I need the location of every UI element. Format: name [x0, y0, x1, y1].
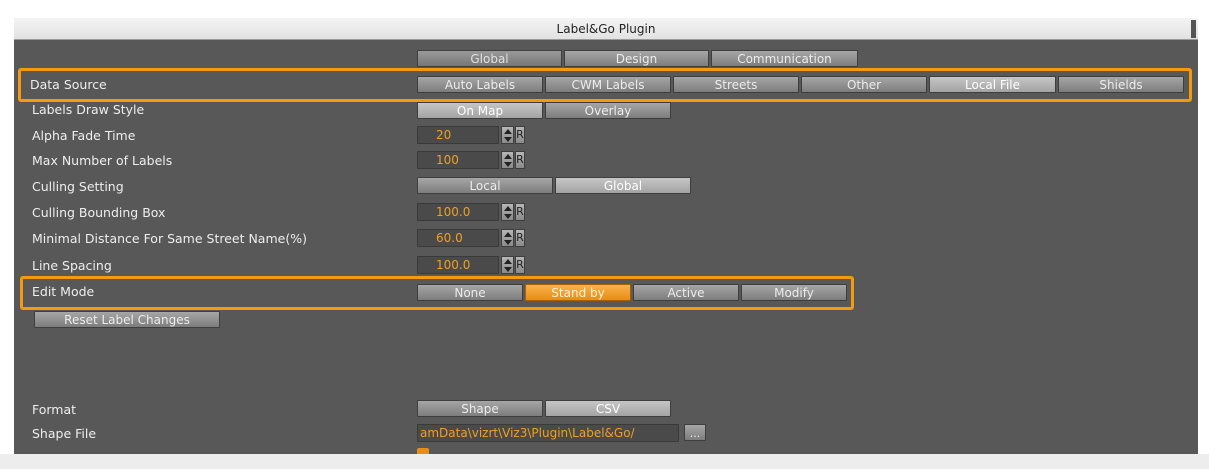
data-source-shields[interactable]: Shields	[1058, 76, 1184, 93]
max-labels-label: Max Number of Labels	[32, 153, 173, 168]
data-source-auto-labels[interactable]: Auto Labels	[417, 76, 543, 93]
max-labels-field[interactable]: 100	[417, 151, 499, 169]
window-title: Label&Go Plugin	[14, 18, 1198, 40]
top-strip	[0, 0, 1209, 18]
spin-up-icon	[504, 232, 512, 237]
line-spacing-label: Line Spacing	[32, 258, 112, 273]
max-labels-reset[interactable]: R	[515, 151, 525, 169]
alpha-fade-time-spinner[interactable]	[501, 126, 514, 144]
edit-mode-none[interactable]: None	[417, 284, 523, 301]
edit-mode-modify[interactable]: Modify	[741, 284, 847, 301]
tab-communication[interactable]: Communication	[711, 50, 858, 67]
shape-file-label: Shape File	[32, 426, 97, 441]
title-handle[interactable]	[1191, 20, 1196, 38]
culling-setting-label: Culling Setting	[32, 179, 124, 194]
data-source-other[interactable]: Other	[801, 76, 927, 93]
edit-mode-active[interactable]: Active	[633, 284, 739, 301]
spin-down-icon	[504, 137, 512, 142]
line-spacing-spinner[interactable]	[501, 256, 514, 274]
labels-draw-style-label: Labels Draw Style	[32, 102, 145, 117]
draw-style-overlay[interactable]: Overlay	[545, 102, 671, 119]
line-spacing-field[interactable]: 100.0	[417, 256, 499, 274]
edit-mode-stand-by[interactable]: Stand by	[525, 284, 631, 301]
edit-mode-label: Edit Mode	[32, 284, 95, 299]
data-source-label: Data Source	[30, 77, 107, 92]
format-label: Format	[32, 402, 77, 417]
shape-file-browse-button[interactable]: ...	[684, 424, 706, 441]
alpha-fade-time-field[interactable]: 20	[417, 126, 499, 144]
culling-bbox-reset[interactable]: R	[515, 203, 525, 221]
spin-up-icon	[504, 129, 512, 134]
data-source-local-file[interactable]: Local File	[929, 76, 1056, 93]
culling-bbox-spinner[interactable]	[501, 203, 514, 221]
culling-bbox-label: Culling Bounding Box	[32, 205, 166, 220]
culling-bbox-field[interactable]: 100.0	[417, 203, 499, 221]
alpha-fade-time-reset[interactable]: R	[515, 126, 525, 144]
plugin-panel: Label&Go Plugin Global Design Communicat…	[14, 18, 1198, 454]
spin-down-icon	[504, 162, 512, 167]
min-distance-spinner[interactable]	[501, 229, 514, 247]
shape-file-path-field[interactable]: amData\vizrt\Viz3\Plugin\Label&Go/	[417, 424, 679, 442]
data-source-streets[interactable]: Streets	[673, 76, 799, 93]
alpha-fade-time-label: Alpha Fade Time	[32, 128, 136, 143]
culling-global[interactable]: Global	[555, 177, 691, 194]
format-csv[interactable]: CSV	[545, 400, 671, 417]
spin-down-icon	[504, 267, 512, 272]
culling-local[interactable]: Local	[417, 177, 553, 194]
data-source-cwm-labels[interactable]: CWM Labels	[545, 76, 671, 93]
bottom-strip	[0, 454, 1209, 469]
min-distance-field[interactable]: 60.0	[417, 229, 499, 247]
draw-style-on-map[interactable]: On Map	[417, 102, 543, 119]
spin-down-icon	[504, 240, 512, 245]
tab-design[interactable]: Design	[564, 50, 709, 67]
spin-up-icon	[504, 259, 512, 264]
min-distance-label: Minimal Distance For Same Street Name(%)	[32, 231, 307, 246]
reset-label-changes-button[interactable]: Reset Label Changes	[34, 311, 220, 328]
spin-up-icon	[504, 206, 512, 211]
max-labels-spinner[interactable]	[501, 151, 514, 169]
line-spacing-reset[interactable]: R	[515, 256, 525, 274]
min-distance-reset[interactable]: R	[515, 229, 525, 247]
tab-global[interactable]: Global	[417, 50, 562, 67]
spin-down-icon	[504, 214, 512, 219]
spin-up-icon	[504, 154, 512, 159]
format-shape[interactable]: Shape	[417, 400, 543, 417]
